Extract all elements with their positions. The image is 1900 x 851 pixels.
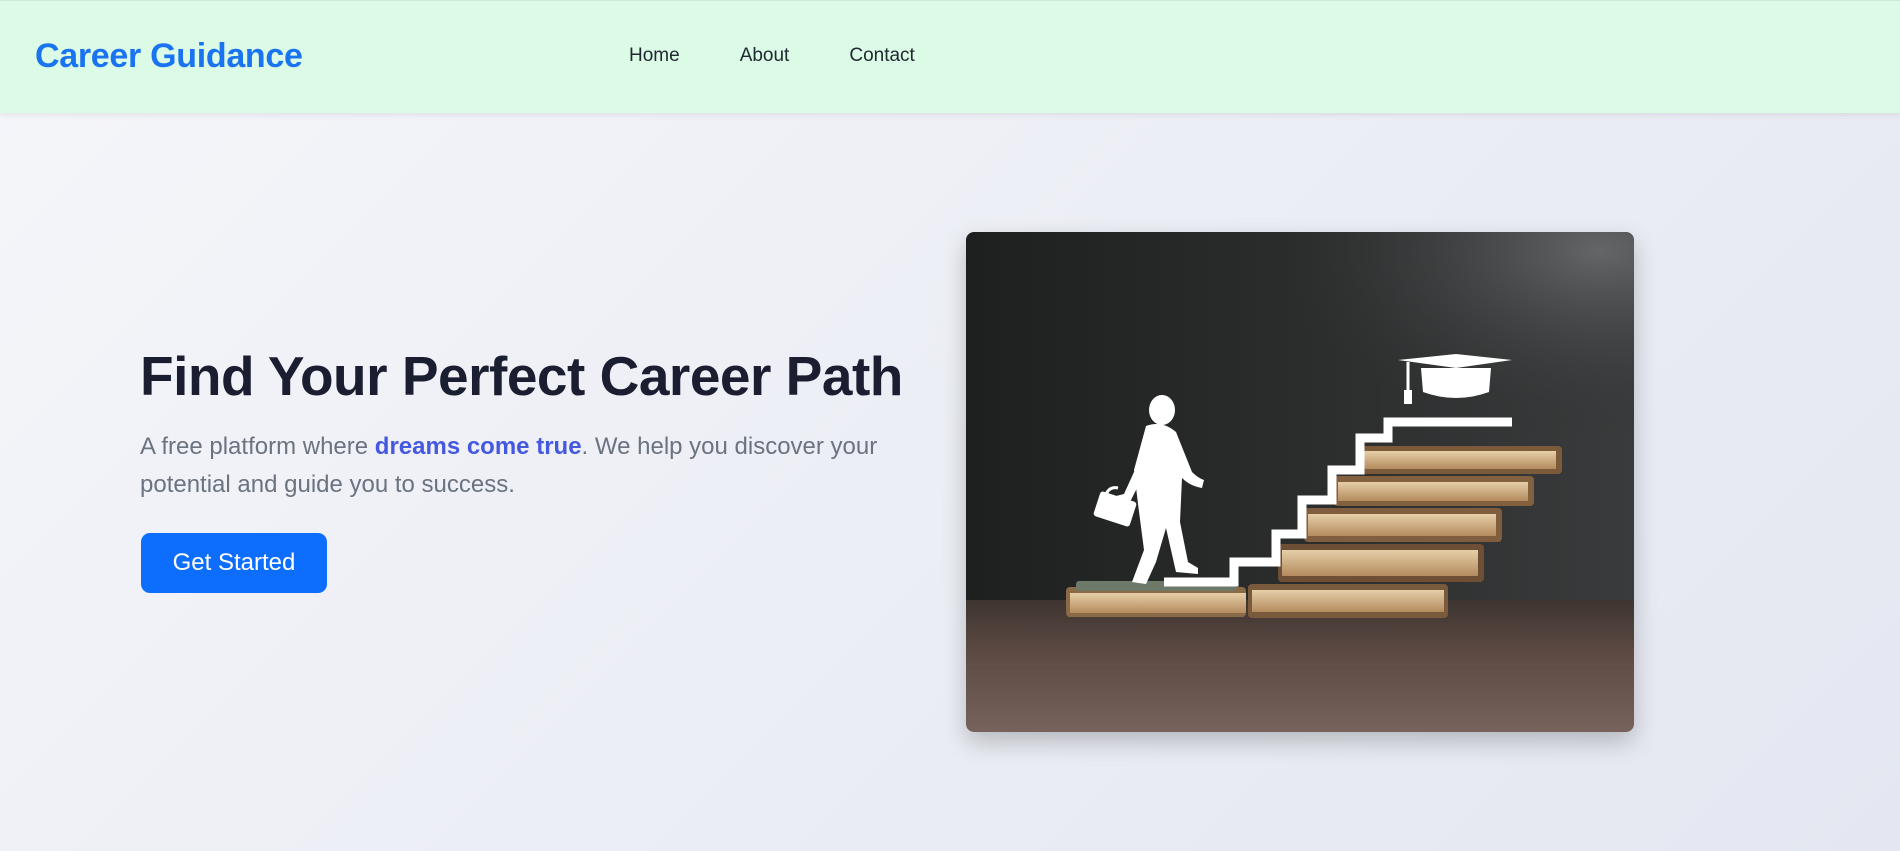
nav-link-contact[interactable]: Contact: [849, 45, 914, 67]
career-ladder-books-illustration: [966, 232, 1634, 732]
hero-highlight: dreams come true: [374, 433, 582, 460]
top-navbar: Career Guidance Home About Contact: [0, 0, 1900, 113]
get-started-button[interactable]: Get Started: [141, 533, 327, 593]
hero-image: [966, 232, 1634, 732]
nav-menu: Home About Contact: [629, 45, 975, 67]
brand-logo-link[interactable]: Career Guidance: [35, 37, 303, 76]
nav-link-about[interactable]: About: [740, 45, 790, 67]
hero-title: Find Your Perfect Career Path: [140, 345, 903, 407]
hero-description: A free platform where dreams come true. …: [140, 428, 930, 504]
hero-text-start: A free platform where: [140, 433, 375, 460]
nav-link-home[interactable]: Home: [629, 45, 680, 67]
